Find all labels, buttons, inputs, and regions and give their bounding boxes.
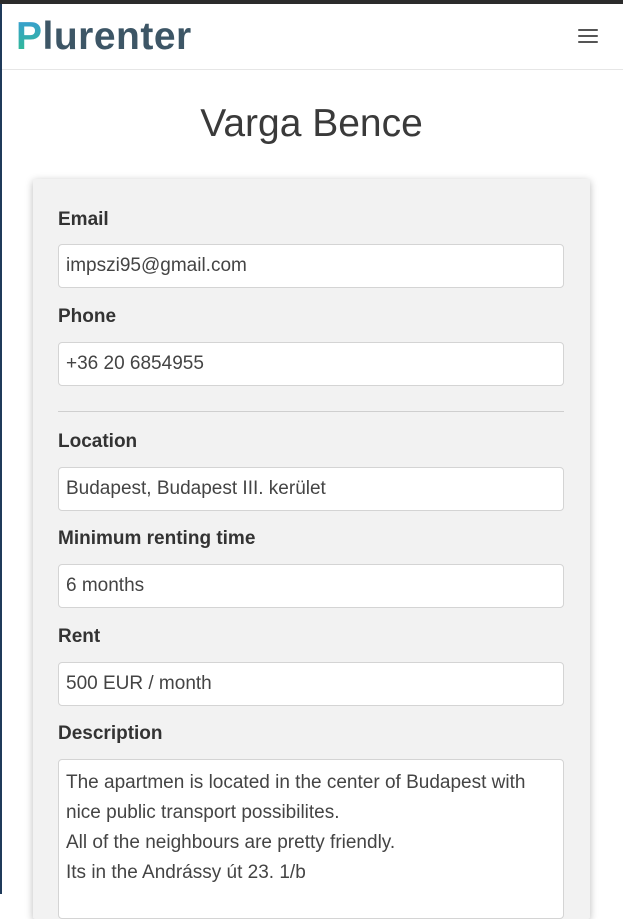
min-renting-time-label: Minimum renting time	[58, 528, 256, 549]
email-field[interactable]	[58, 244, 564, 288]
hamburger-line	[578, 29, 598, 31]
navbar: Plurenter	[2, 4, 623, 70]
rent-label: Rent	[58, 626, 101, 647]
hamburger-line	[578, 41, 598, 43]
description-line: Its in the Andrássy út 23. 1/b	[66, 862, 306, 883]
description-line: nice public transport possibilites.	[66, 802, 340, 823]
brand-logo-rest: lurenter	[42, 15, 192, 58]
rent-field[interactable]	[58, 662, 564, 706]
hamburger-menu-icon[interactable]	[574, 24, 600, 48]
min-renting-time-field[interactable]	[58, 564, 564, 608]
brand-logo-first-letter: P	[16, 15, 43, 58]
description-line: All of the neighbours are pretty friendl…	[66, 832, 396, 853]
hamburger-line	[578, 35, 598, 37]
description-line: The apartmen is located in the center of…	[66, 772, 526, 793]
email-label: Email	[58, 209, 109, 230]
profile-details-card: Email Phone Location Minimum renting tim…	[33, 179, 590, 919]
description-label: Description	[58, 723, 163, 744]
phone-field[interactable]	[58, 342, 564, 386]
phone-label: Phone	[58, 306, 117, 327]
location-field[interactable]	[58, 467, 564, 511]
section-divider	[58, 411, 564, 412]
description-textarea[interactable]: The apartmen is located in the center of…	[58, 759, 564, 919]
brand-logo[interactable]: Plurenter	[16, 17, 192, 57]
location-label: Location	[58, 431, 138, 452]
page-title: Varga Bence	[200, 102, 423, 145]
